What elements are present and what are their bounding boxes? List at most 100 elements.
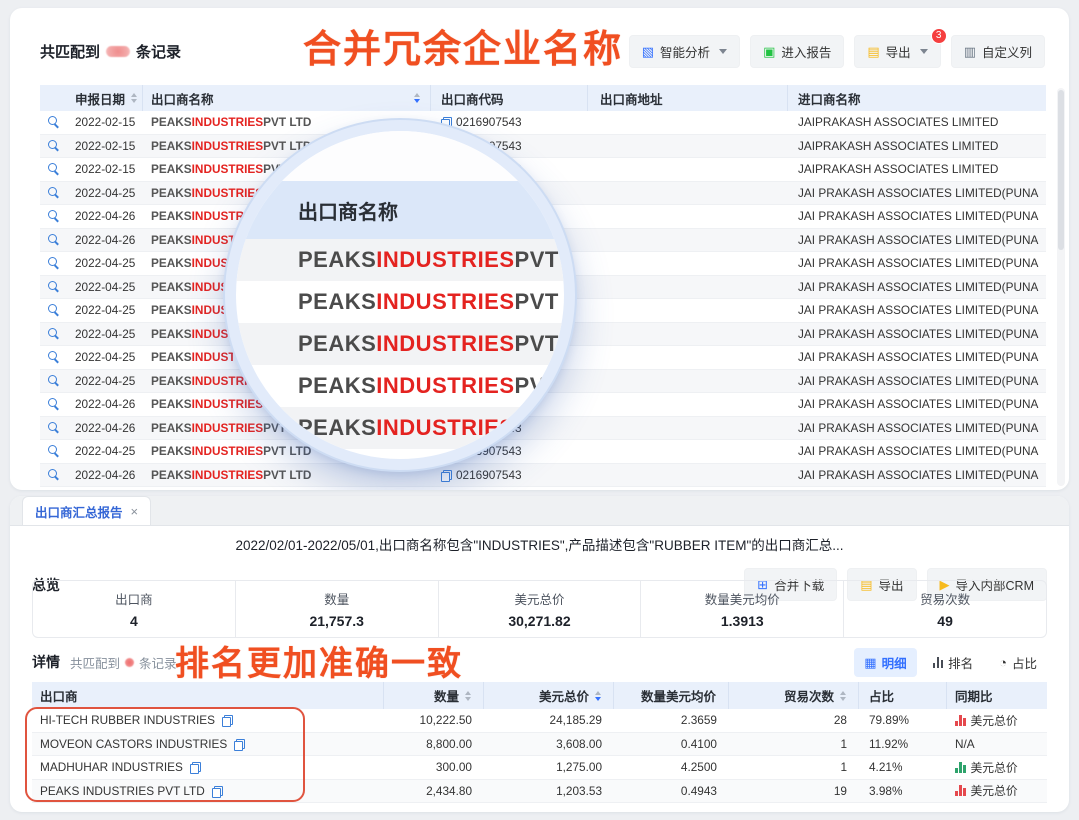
stat-value: 49 xyxy=(937,613,953,629)
summary-row[interactable]: MADHUHAR INDUSTRIES 300.00 1,275.00 4.25… xyxy=(32,756,1047,780)
view-share-button[interactable]: ◔ 占比 xyxy=(989,648,1047,677)
enter-report-label: 进入报告 xyxy=(781,42,831,61)
search-icon[interactable] xyxy=(48,210,60,222)
search-icon[interactable] xyxy=(48,422,60,434)
copy-icon[interactable] xyxy=(212,786,221,796)
sort-icon[interactable] xyxy=(840,691,846,701)
trades-cell: 1 xyxy=(729,760,859,774)
summary-row[interactable]: PEAKS INDUSTRIES PVT LTD 2,434.80 1,203.… xyxy=(32,780,1047,804)
export-icon: ▤ xyxy=(867,45,879,58)
view-rank-button[interactable]: 排名 xyxy=(923,648,984,677)
search-icon[interactable] xyxy=(48,187,60,199)
search-icon[interactable] xyxy=(48,163,60,175)
chevron-down-icon xyxy=(920,49,928,54)
stat-item: 数量 21,757.3 xyxy=(236,581,439,637)
search-icon[interactable] xyxy=(48,328,60,340)
declare-date-cell: 2022-04-25 xyxy=(67,350,143,364)
exporter-cell: MADHUHAR INDUSTRIES xyxy=(32,760,384,774)
bar-chart-icon xyxy=(933,657,944,668)
declare-date-cell: 2022-04-25 xyxy=(67,280,143,294)
lens-column-header: 出口商名称 xyxy=(236,181,564,239)
share-cell: 4.21% xyxy=(859,760,947,774)
qty-cell: 300.00 xyxy=(384,760,484,774)
declare-date-cell: 2022-02-15 xyxy=(67,139,143,153)
lens-exporter-name: PEAKS INDUSTRIES PVT LTD xyxy=(236,323,564,365)
table-row[interactable]: 2022-02-15 PEAKS INDUSTRIES PVT LTD 0216… xyxy=(40,111,1046,135)
enter-report-button[interactable]: ▣ 进入报告 xyxy=(750,35,844,68)
avg-cell: 2.3659 xyxy=(614,713,729,727)
search-icon[interactable] xyxy=(48,375,60,387)
sort-icon[interactable] xyxy=(131,93,137,103)
summary-table: 出口商 数量 美元总价 数量美元均价 贸易次数 占比 同期比 xyxy=(32,682,1047,803)
usd-cell: 1,275.00 xyxy=(484,760,614,774)
copy-icon[interactable] xyxy=(234,739,243,749)
stat-label: 数量美元均价 xyxy=(705,589,780,608)
header-exporter: 出口商 xyxy=(32,682,384,709)
tab-exporter-summary[interactable]: 出口商汇总报告 × xyxy=(22,496,151,525)
search-icon[interactable] xyxy=(48,281,60,293)
table-row[interactable]: 2022-02-15 PEAKS INDUSTRIES PVT LTD 0216… xyxy=(40,135,1046,159)
importer-name-cell: JAI PRAKASH ASSOCIATES LIMITED(PUNA xyxy=(788,186,1046,200)
importer-name-cell: JAI PRAKASH ASSOCIATES LIMITED(PUNA xyxy=(788,350,1046,364)
table-row[interactable]: 2022-04-26 PEAKS INDUSTRIES PVT LTD 0216… xyxy=(40,393,1046,417)
table-row[interactable]: 2022-04-25 PEAKS INDUSTRIES PVT LTD 0216… xyxy=(40,440,1046,464)
redacted-count xyxy=(106,46,130,57)
header-trades[interactable]: 贸易次数 xyxy=(729,682,859,709)
header-exporter-name[interactable]: 出口商名称 xyxy=(143,85,431,111)
custom-columns-button[interactable]: ▥ 自定义列 xyxy=(951,35,1045,68)
yoy-cell: 美元总价 xyxy=(947,782,1047,799)
avg-cell: 4.2500 xyxy=(614,760,729,774)
columns-icon: ▥ xyxy=(964,45,976,58)
copy-icon[interactable] xyxy=(441,470,450,480)
table-row[interactable]: 2022-04-26 PEAKS INDUSTRIES PVT LTD 0216… xyxy=(40,417,1046,441)
header-declare-date[interactable]: 申报日期 xyxy=(67,85,143,111)
exporter-code-cell: 0216907543 xyxy=(431,468,588,482)
copy-icon[interactable] xyxy=(222,715,231,725)
declare-date-cell: 2022-04-25 xyxy=(67,327,143,341)
summary-row[interactable]: HI-TECH RUBBER INDUSTRIES 10,222.50 24,1… xyxy=(32,709,1047,733)
summary-row[interactable]: MOVEON CASTORS INDUSTRIES 8,800.00 3,608… xyxy=(32,733,1047,757)
donut-chart-icon: ◔ xyxy=(999,656,1007,669)
yoy-cell: 美元总价 xyxy=(947,712,1047,729)
export-button[interactable]: ▤ 导出 3 xyxy=(854,35,940,68)
search-icon[interactable] xyxy=(48,116,60,128)
declare-date-cell: 2022-04-26 xyxy=(67,233,143,247)
analysis-icon: ▧ xyxy=(642,45,654,58)
vertical-scrollbar[interactable] xyxy=(1057,88,1065,486)
search-icon[interactable] xyxy=(48,234,60,246)
header-usd-total[interactable]: 美元总价 xyxy=(484,682,614,709)
header-avg-price: 数量美元均价 xyxy=(614,682,729,709)
search-icon[interactable] xyxy=(48,398,60,410)
close-icon[interactable]: × xyxy=(131,504,139,519)
chevron-down-icon xyxy=(719,49,727,54)
sort-icon[interactable] xyxy=(414,93,420,103)
view-detail-button[interactable]: ▦ 明细 xyxy=(854,648,916,677)
qty-cell: 2,434.80 xyxy=(384,784,484,798)
declare-date-cell: 2022-04-25 xyxy=(67,374,143,388)
detail-label: 详情 xyxy=(32,652,60,672)
usd-cell: 3,608.00 xyxy=(484,737,614,751)
smart-analysis-button[interactable]: ▧ 智能分析 xyxy=(629,35,740,68)
search-icon[interactable] xyxy=(48,445,60,457)
trades-cell: 19 xyxy=(729,784,859,798)
table-row[interactable]: 2022-04-26 PEAKS INDUSTRIES PVT LTD 0216… xyxy=(40,464,1046,488)
search-icon[interactable] xyxy=(48,257,60,269)
search-icon[interactable] xyxy=(48,351,60,363)
importer-name-cell: JAI PRAKASH ASSOCIATES LIMITED(PUNA xyxy=(788,327,1046,341)
scrollbar-thumb[interactable] xyxy=(1058,90,1064,250)
summary-table-body: HI-TECH RUBBER INDUSTRIES 10,222.50 24,1… xyxy=(32,709,1047,803)
sort-icon[interactable] xyxy=(595,691,601,701)
copy-icon[interactable] xyxy=(190,762,199,772)
trend-chart-icon xyxy=(955,785,966,796)
header-yoy: 同期比 xyxy=(947,682,1047,709)
search-icon[interactable] xyxy=(48,140,60,152)
table-row[interactable]: 2022-02-15 PEAKS INDUSTRIES PVT LTD 0216… xyxy=(40,158,1046,182)
records-toolbar: ▧ 智能分析 ▣ 进入报告 ▤ 导出 3 ▥ 自定义列 xyxy=(629,35,1045,68)
header-qty[interactable]: 数量 xyxy=(384,682,484,709)
search-icon[interactable] xyxy=(48,304,60,316)
declare-date-cell: 2022-04-26 xyxy=(67,397,143,411)
report-title: 2022/02/01-2022/05/01,出口商名称包含"INDUSTRIES… xyxy=(10,534,1069,554)
importer-name-cell: JAI PRAKASH ASSOCIATES LIMITED(PUNA xyxy=(788,209,1046,223)
search-icon[interactable] xyxy=(48,469,60,481)
sort-icon[interactable] xyxy=(465,691,471,701)
